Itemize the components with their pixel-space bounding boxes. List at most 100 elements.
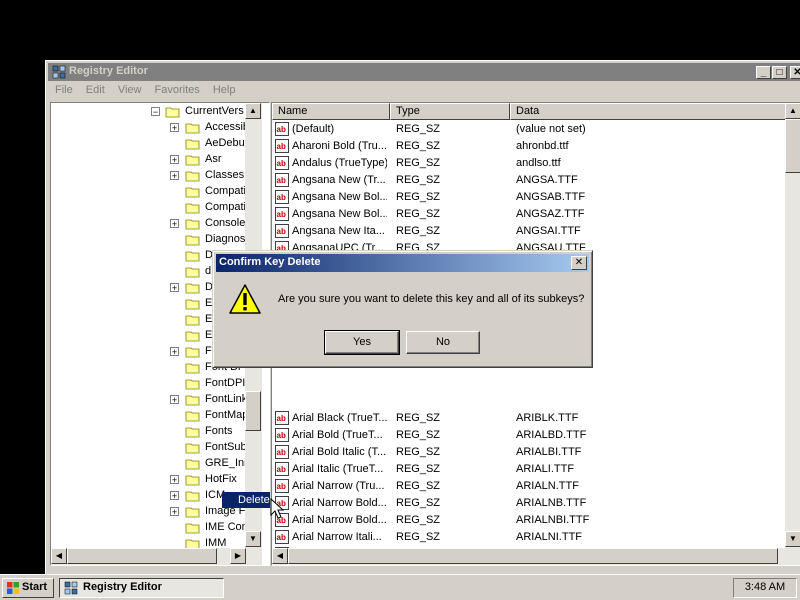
list-scroll-thumb[interactable]: [785, 119, 800, 173]
folder-icon: [185, 491, 200, 502]
registry-app-icon: [52, 65, 66, 79]
cell-type: REG_SZ: [396, 531, 441, 543]
folder-icon: [185, 443, 200, 454]
expand-icon[interactable]: +: [170, 171, 179, 181]
cell-data: (value not set): [516, 123, 586, 135]
menu-file[interactable]: File: [50, 82, 78, 98]
list-row[interactable]: ab Arial Italic (TrueT... REG_SZ ARIALI.TTF: [272, 461, 792, 478]
taskbar-registry-editor-button[interactable]: Registry Editor: [59, 578, 224, 598]
expand-icon[interactable]: +: [170, 123, 179, 133]
folder-icon: [185, 427, 200, 438]
svg-text:ab: ab: [277, 431, 286, 440]
string-value-icon: ab: [275, 462, 289, 476]
dialog-titlebar[interactable]: Confirm Key Delete ✕: [216, 254, 589, 272]
folder-icon: [185, 331, 200, 342]
minimize-button[interactable]: _: [756, 66, 771, 79]
expand-icon[interactable]: +: [170, 347, 179, 357]
menu-bar: File Edit View Favorites Help: [50, 82, 800, 100]
collapse-icon[interactable]: −: [151, 107, 160, 117]
cell-type: REG_SZ: [396, 123, 441, 135]
expand-icon[interactable]: +: [170, 155, 179, 165]
cell-type: REG_SZ: [396, 225, 441, 237]
folder-icon: [185, 459, 200, 470]
list-row[interactable]: ab Angsana New Bol... REG_SZ ANGSAB.TTF: [272, 189, 792, 206]
string-value-icon: ab: [275, 445, 289, 459]
cell-type: REG_SZ: [396, 412, 441, 424]
expand-icon[interactable]: +: [170, 283, 179, 293]
start-button[interactable]: Start: [2, 578, 54, 598]
list-row[interactable]: ab Angsana New Ita... REG_SZ ANGSAI.TTF: [272, 223, 792, 240]
cell-data: ARIBLK.TTF: [516, 412, 579, 424]
expand-icon[interactable]: +: [170, 507, 179, 517]
svg-text:ab: ab: [277, 465, 286, 474]
list-row[interactable]: ab Andalus (TrueType) REG_SZ andlso.ttf: [272, 155, 792, 172]
list-row[interactable]: ab Arial Bold Italic (T... REG_SZ ARIALBI.T…: [272, 444, 792, 461]
expand-icon[interactable]: +: [170, 491, 179, 501]
menu-view[interactable]: View: [113, 82, 147, 98]
tree-item-label: Compati: [205, 201, 246, 213]
list-row[interactable]: ab Angsana New (Tr... REG_SZ ANGSA.TTF: [272, 172, 792, 189]
column-header-name[interactable]: Name: [272, 103, 390, 120]
cell-name: Arial Black (TrueT...: [292, 412, 387, 424]
svg-text:ab: ab: [277, 414, 286, 423]
expand-icon[interactable]: +: [170, 475, 179, 485]
cell-type: REG_SZ: [396, 514, 441, 526]
yes-button[interactable]: Yes: [324, 330, 400, 355]
scroll-down-arrow-icon[interactable]: ▼: [245, 531, 261, 547]
svg-text:ab: ab: [277, 142, 286, 151]
list-row[interactable]: ab Arial Narrow Bold... REG_SZ ARIALNBI.TTF: [272, 512, 792, 529]
list-row[interactable]: ab Angsana New Bol... REG_SZ ANGSAZ.TTF: [272, 206, 792, 223]
list-row[interactable]: ab Arial Bold (TrueT... REG_SZ ARIALBD.TTF: [272, 427, 792, 444]
window-titlebar[interactable]: Registry Editor _ □ ✕: [48, 63, 800, 81]
tree-item-label: FontMap: [205, 409, 249, 421]
close-button[interactable]: ✕: [790, 66, 800, 79]
registry-task-icon: [64, 581, 78, 595]
list-row[interactable]: ab (Default) REG_SZ (value not set): [272, 121, 792, 138]
expand-icon[interactable]: +: [170, 395, 179, 405]
svg-text:ab: ab: [277, 448, 286, 457]
tree-item-label: F: [205, 345, 212, 357]
folder-icon: [185, 395, 200, 406]
cell-name: Angsana New Bol...: [292, 208, 387, 220]
window-title: Registry Editor: [69, 65, 148, 77]
string-value-icon: ab: [275, 207, 289, 221]
tree-item-label: IME Com: [205, 521, 251, 533]
svg-text:ab: ab: [277, 125, 286, 134]
list-scroll-up-arrow-icon[interactable]: ▲: [785, 103, 800, 119]
tree-scroll-thumb[interactable]: [245, 391, 261, 431]
menu-help[interactable]: Help: [208, 82, 241, 98]
cell-type: REG_SZ: [396, 446, 441, 458]
column-header-type[interactable]: Type: [390, 103, 510, 120]
column-header-data[interactable]: Data: [510, 103, 792, 120]
string-value-icon: ab: [275, 190, 289, 204]
expand-icon[interactable]: +: [170, 219, 179, 229]
list-row[interactable]: ab Arial Black (TrueT... REG_SZ ARIBLK.TTF: [272, 410, 792, 427]
string-value-icon: ab: [275, 173, 289, 187]
delete-menu-item[interactable]: Delete: [222, 492, 270, 508]
list-row[interactable]: ab Arial Narrow (Tru... REG_SZ ARIALN.TTF: [272, 478, 792, 495]
string-value-icon: ab: [275, 428, 289, 442]
svg-text:ab: ab: [277, 482, 286, 491]
menu-edit[interactable]: Edit: [81, 82, 110, 98]
windows-logo-icon: [7, 582, 19, 594]
cell-name: Arial Bold (TrueT...: [292, 429, 383, 441]
system-clock[interactable]: 3:48 AM: [733, 578, 797, 598]
menu-favorites[interactable]: Favorites: [150, 82, 205, 98]
maximize-button[interactable]: □: [772, 66, 787, 79]
scroll-up-arrow-icon[interactable]: ▲: [245, 103, 261, 119]
list-row[interactable]: ab Aharoni Bold (Tru... REG_SZ ahronbd.ttf: [272, 138, 792, 155]
svg-text:ab: ab: [277, 193, 286, 202]
confirm-key-delete-dialog: Confirm Key Delete ✕ Are you sure you wa…: [212, 250, 593, 368]
string-value-icon: ab: [275, 122, 289, 136]
list-row[interactable]: ab Arial Narrow Itali... REG_SZ ARIALNI.TTF: [272, 529, 792, 546]
folder-icon: [185, 267, 200, 278]
string-value-icon: ab: [275, 411, 289, 425]
list-row[interactable]: ab Arial Narrow Bold... REG_SZ ARIALNB.TTF: [272, 495, 792, 512]
list-vertical-scrollbar[interactable]: ▲ ▼: [785, 103, 800, 548]
list-scroll-down-arrow-icon[interactable]: ▼: [785, 531, 800, 547]
cell-name: Arial Italic (TrueT...: [292, 463, 384, 475]
dialog-title: Confirm Key Delete: [219, 256, 321, 268]
no-button[interactable]: No: [406, 331, 480, 354]
folder-icon: [185, 187, 200, 198]
dialog-close-button[interactable]: ✕: [571, 256, 587, 270]
